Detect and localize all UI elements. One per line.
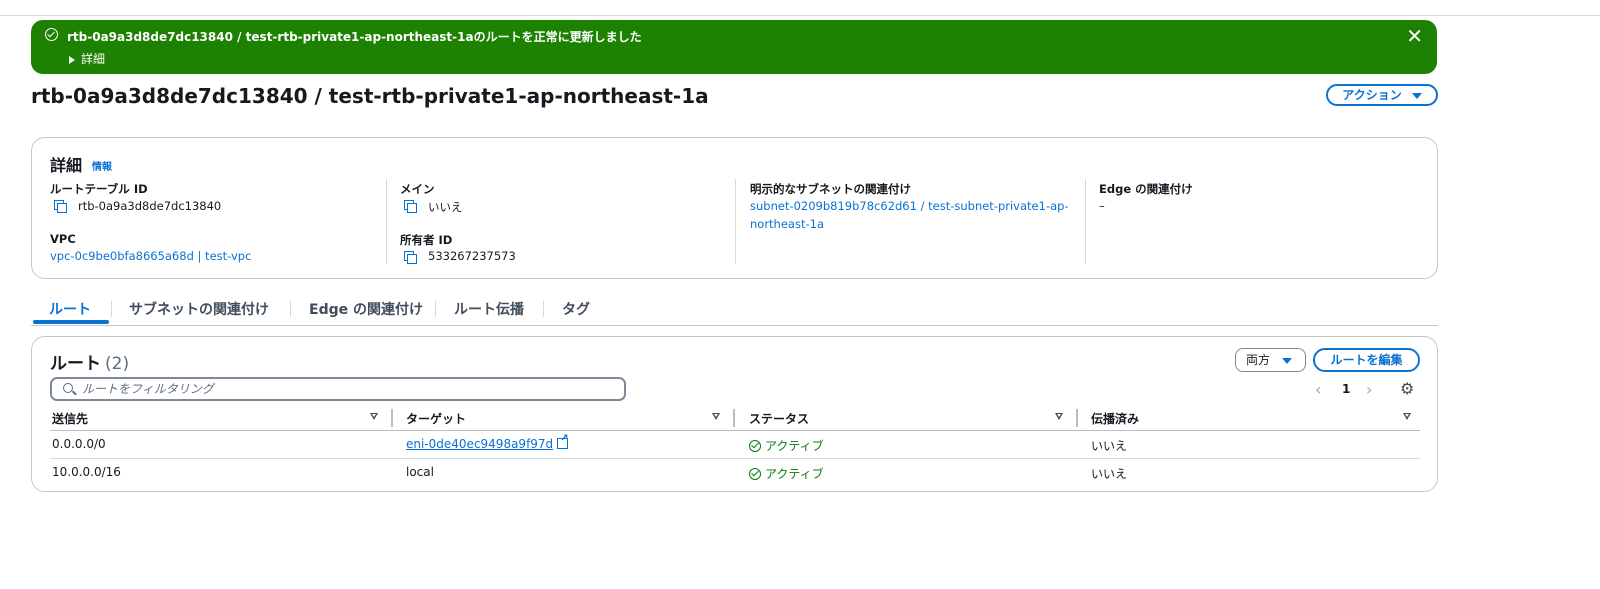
gear-icon[interactable]: ⚙	[1400, 379, 1414, 398]
route-propagated: いいえ	[1091, 467, 1128, 481]
column-header-propagated[interactable]: 伝播済み	[1091, 410, 1139, 427]
vpc-label: VPC	[50, 232, 76, 246]
banner-message: rtb-0a9a3d8de7dc13840 / test-rtb-private…	[67, 30, 642, 44]
caret-down-icon	[1282, 358, 1292, 364]
tab-separator	[111, 301, 112, 317]
close-icon[interactable]: ✕	[1406, 26, 1423, 46]
tab-routes[interactable]: ルート	[49, 299, 91, 319]
edge-association-label: Edge の関連付け	[1099, 182, 1193, 196]
owner-id-value: 533267237573	[428, 249, 516, 263]
details-panel: 詳細 情報 ルートテーブル ID rtb-0a9a3d8de7dc13840 V…	[31, 137, 1438, 279]
propagation-filter-label: 両方	[1246, 353, 1271, 367]
edge-association-value: –	[1099, 199, 1105, 213]
route-propagated: いいえ	[1091, 439, 1128, 453]
chevron-right-icon[interactable]: ›	[1366, 380, 1372, 399]
copy-icon[interactable]	[54, 200, 67, 213]
sort-icon[interactable]	[370, 413, 378, 420]
route-status-text: アクティブ	[765, 467, 824, 481]
chevron-left-icon[interactable]: ‹	[1315, 380, 1321, 399]
info-link[interactable]: 情報	[92, 158, 112, 173]
page-title: rtb-0a9a3d8de7dc13840 / test-rtb-private…	[31, 84, 709, 108]
routes-panel: ルート(2) 両方 ルートを編集 ‹ 1 › ⚙ 送信先 ターゲット ステータス…	[31, 336, 1438, 492]
route-filter-box	[50, 377, 626, 401]
route-filter-input[interactable]	[82, 380, 602, 398]
actions-button[interactable]: アクション	[1326, 84, 1438, 106]
route-target: local	[406, 465, 434, 479]
route-target: eni-0de40ec9498a9f97d	[406, 433, 569, 451]
search-icon	[63, 383, 73, 393]
sort-icon[interactable]	[1403, 413, 1411, 420]
propagation-filter-dropdown[interactable]: 両方	[1235, 348, 1306, 372]
copy-icon[interactable]	[404, 200, 417, 213]
tab-tags[interactable]: タグ	[562, 299, 590, 319]
caret-down-icon	[1411, 92, 1422, 99]
banner-details-toggle[interactable]: 詳細	[69, 50, 105, 67]
routes-title-text: ルート	[50, 354, 101, 374]
main-label: メイン	[400, 182, 435, 196]
actions-button-label: アクション	[1342, 88, 1402, 102]
row-divider	[50, 458, 1420, 459]
page-number[interactable]: 1	[1342, 382, 1350, 396]
route-status: アクティブ	[749, 465, 824, 482]
tab-separator	[290, 301, 291, 317]
route-table-id-label: ルートテーブル ID	[50, 182, 148, 196]
route-status: アクティブ	[749, 437, 824, 454]
banner-details-label: 詳細	[81, 52, 106, 66]
sort-icon[interactable]	[1055, 413, 1063, 420]
status-check-icon	[749, 440, 761, 452]
tab-subnet-associations[interactable]: サブネットの関連付け	[129, 299, 269, 319]
column-divider	[1085, 179, 1086, 264]
tab-separator	[435, 301, 436, 317]
column-resizer[interactable]	[1076, 409, 1078, 427]
column-header-status[interactable]: ステータス	[749, 410, 809, 427]
route-destination: 10.0.0.0/16	[52, 465, 121, 479]
top-divider	[0, 15, 1600, 16]
main-value: いいえ	[428, 200, 463, 214]
column-header-target[interactable]: ターゲット	[406, 410, 466, 427]
route-status-text: アクティブ	[765, 439, 824, 453]
routes-title: ルート (2)	[50, 349, 129, 374]
header-divider	[50, 430, 1420, 431]
copy-icon[interactable]	[404, 251, 417, 264]
column-resizer[interactable]	[733, 409, 735, 427]
edit-routes-button[interactable]: ルートを編集	[1313, 348, 1420, 372]
sort-icon[interactable]	[712, 413, 720, 420]
owner-id-label: 所有者 ID	[400, 233, 453, 247]
route-destination: 0.0.0.0/0	[52, 437, 106, 451]
tab-separator	[543, 301, 544, 317]
caret-right-icon	[69, 55, 75, 64]
tab-bar: ルート サブネットの関連付け Edge の関連付け ルート伝播 タグ	[31, 297, 1438, 326]
tab-route-propagation[interactable]: ルート伝播	[454, 299, 524, 319]
column-divider	[735, 179, 736, 264]
success-banner: rtb-0a9a3d8de7dc13840 / test-rtb-private…	[31, 20, 1437, 74]
column-header-destination[interactable]: 送信先	[52, 410, 88, 427]
subnet-association-link[interactable]: subnet-0209b819b78c62d61 / test-subnet-p…	[750, 199, 1069, 213]
status-check-icon	[749, 468, 761, 480]
vpc-link[interactable]: vpc-0c9be0bfa8665a68d | test-vpc	[50, 249, 251, 263]
tab-edge-associations[interactable]: Edge の関連付け	[309, 299, 423, 319]
routes-count: (2)	[105, 354, 130, 374]
details-title: 詳細	[50, 156, 83, 175]
route-target-link[interactable]: eni-0de40ec9498a9f97d	[406, 437, 553, 451]
active-tab-indicator	[33, 320, 109, 324]
external-link-icon[interactable]	[557, 433, 569, 449]
subnet-association-link-cont[interactable]: northeast-1a	[750, 217, 824, 231]
column-resizer[interactable]	[391, 409, 393, 427]
column-divider	[386, 179, 387, 264]
subnet-association-label: 明示的なサブネットの関連付け	[750, 182, 911, 196]
route-table-id-value: rtb-0a9a3d8de7dc13840	[78, 199, 222, 213]
success-check-icon	[45, 28, 58, 41]
